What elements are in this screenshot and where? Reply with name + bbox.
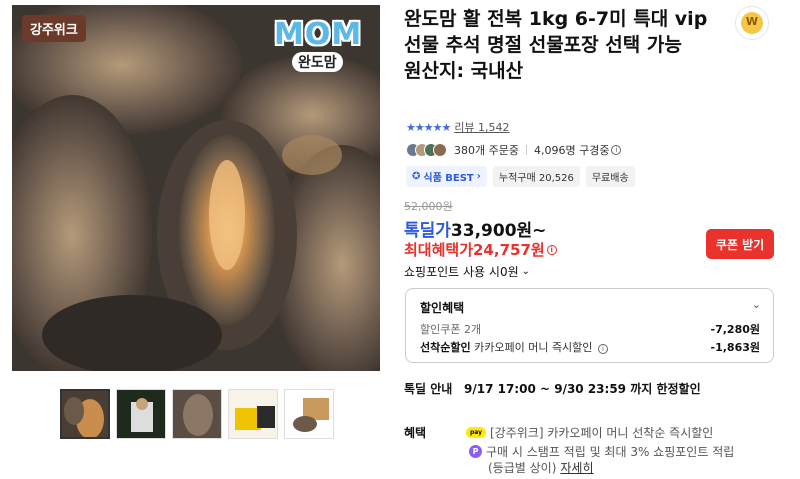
- thumbnail-1-image: [62, 391, 108, 437]
- thumbnail-strip: [60, 389, 334, 439]
- firstcome-discount-row: 선착순할인 카카오페이 머니 즉시할인 i -1,863원: [420, 339, 760, 355]
- benefit-line-1: pay [강주위크] 카카오페이 머니 선착순 즉시할인: [466, 424, 713, 441]
- firstcome-amount: -1,863원: [710, 341, 760, 354]
- deal-value: 33,900원~: [450, 221, 547, 241]
- coupon-label: 할인쿠폰 2개: [420, 323, 482, 336]
- point-icon: P: [469, 445, 482, 458]
- buyers-row: 380개 주문중 4,096명 구경중 i: [406, 142, 622, 158]
- benefit-line-2: P 구매 시 스탬프 적립 및 최대 3% 쇼핑포인트 적립: [466, 443, 734, 460]
- coupon-discount-row: 할인쿠폰 2개 -7,280원: [420, 321, 760, 337]
- max-benefit-price: 최대혜택가24,757원 i: [404, 239, 557, 260]
- deal-info-row: 톡딜 안내 9/17 17:00 ~ 9/30 23:59 까지 한정할인: [404, 380, 701, 397]
- rating-row: ★★★★★ 리뷰 1,542: [406, 119, 510, 135]
- buyer-avatars: [406, 143, 447, 157]
- more-link[interactable]: 자세히: [560, 459, 593, 476]
- tag-row: ✪ 식품 BEST › 누적구매 20,526 무료배송: [406, 166, 635, 187]
- review-link[interactable]: 리뷰 1,542: [454, 119, 509, 135]
- deal-price: 톡딜가 33,900원~: [404, 216, 546, 241]
- divider: [525, 145, 527, 155]
- coupon-amount: -7,280원: [710, 323, 760, 336]
- best-badge-icon: ✪: [412, 171, 421, 182]
- thumbnail-4[interactable]: [228, 389, 278, 439]
- thumbnail-2[interactable]: [116, 389, 166, 439]
- brand-badge: 강주위크: [22, 15, 86, 42]
- discount-panel: 할인혜택 ⌄ 할인쿠폰 2개 -7,280원 선착순할인 카카오페이 머니 즉시…: [405, 288, 774, 363]
- brand-logo: MOM 완도맘: [274, 17, 370, 72]
- benefit-label: 혜택: [404, 426, 427, 440]
- avatar: [433, 143, 447, 157]
- kakaopay-icon: pay: [466, 427, 486, 438]
- thumbnail-5-image: [285, 390, 333, 438]
- orders-count: 380개 주문중: [454, 144, 519, 157]
- info-icon[interactable]: i: [611, 145, 622, 155]
- product-origin: 원산지: 국내산: [404, 60, 524, 82]
- chevron-down-icon[interactable]: ⌄: [752, 298, 761, 311]
- chevron-down-icon: ⌄: [521, 266, 531, 277]
- thumbnail-2-image: [117, 390, 165, 438]
- point-use-dropdown[interactable]: 쇼핑포인트 사용 시0원 ⌄: [404, 263, 530, 280]
- info-icon[interactable]: i: [546, 244, 557, 255]
- main-product-image: 강주위크 MOM 완도맘: [12, 5, 380, 371]
- logo-main-text: MOM: [274, 17, 363, 52]
- logo-sub-text: 완도맘: [292, 52, 343, 72]
- benefit-line-1-text: [강주위크] 카카오페이 머니 선착순 즉시할인: [490, 426, 714, 440]
- firstcome-label: 선착순할인: [420, 341, 471, 354]
- coin-icon: [741, 12, 763, 34]
- point-use-label: 쇼핑포인트 사용 시0원: [404, 265, 519, 279]
- product-title: 완도맘 활 전복 1kg 6-7미 특대 vip선물 추석 명절 선물포장 선택…: [404, 6, 724, 84]
- shipping-tag: 무료배송: [585, 166, 635, 187]
- deal-info-value: 9/17 17:00 ~ 9/30 23:59 까지 한정할인: [464, 382, 701, 396]
- firstcome-desc: 카카오페이 머니 즉시할인: [474, 341, 593, 354]
- star-rating-icon: ★★★★★: [406, 120, 451, 134]
- viewers-count: 4,096명 구경중: [533, 144, 610, 157]
- cumulative-tag: 누적구매 20,526: [492, 166, 580, 187]
- original-price: 52,000원: [404, 200, 453, 213]
- coupon-button[interactable]: 쿠폰 받기: [706, 229, 774, 259]
- thumbnail-4-image: [229, 390, 277, 438]
- max-benefit-text: 최대혜택가24,757원: [404, 241, 545, 259]
- benefit-line-2-text: 구매 시 스탬프 적립 및 최대 3% 쇼핑포인트 적립: [486, 445, 735, 459]
- thumbnail-1[interactable]: [60, 389, 110, 439]
- deal-info-label: 톡딜 안내: [404, 382, 453, 396]
- benefit-line-3: (등급별 상이) 자세히: [488, 459, 594, 476]
- deal-label: 톡딜가: [404, 221, 451, 241]
- best-tag[interactable]: ✪ 식품 BEST ›: [406, 166, 487, 187]
- best-tag-label: 식품 BEST: [423, 173, 474, 184]
- product-name: 완도맘 활 전복 1kg 6-7미 특대 vip선물 추석 명절 선물포장 선택…: [404, 8, 708, 56]
- discount-header: 할인혜택: [420, 301, 465, 315]
- share-coin-button[interactable]: [735, 6, 769, 40]
- thumbnail-3[interactable]: [172, 389, 222, 439]
- benefit-line-3-text: (등급별 상이): [488, 461, 557, 475]
- thumbnail-3-image: [173, 390, 221, 438]
- thumbnail-5[interactable]: [284, 389, 334, 439]
- info-icon[interactable]: i: [597, 344, 608, 354]
- chevron-right-icon: ›: [476, 171, 481, 182]
